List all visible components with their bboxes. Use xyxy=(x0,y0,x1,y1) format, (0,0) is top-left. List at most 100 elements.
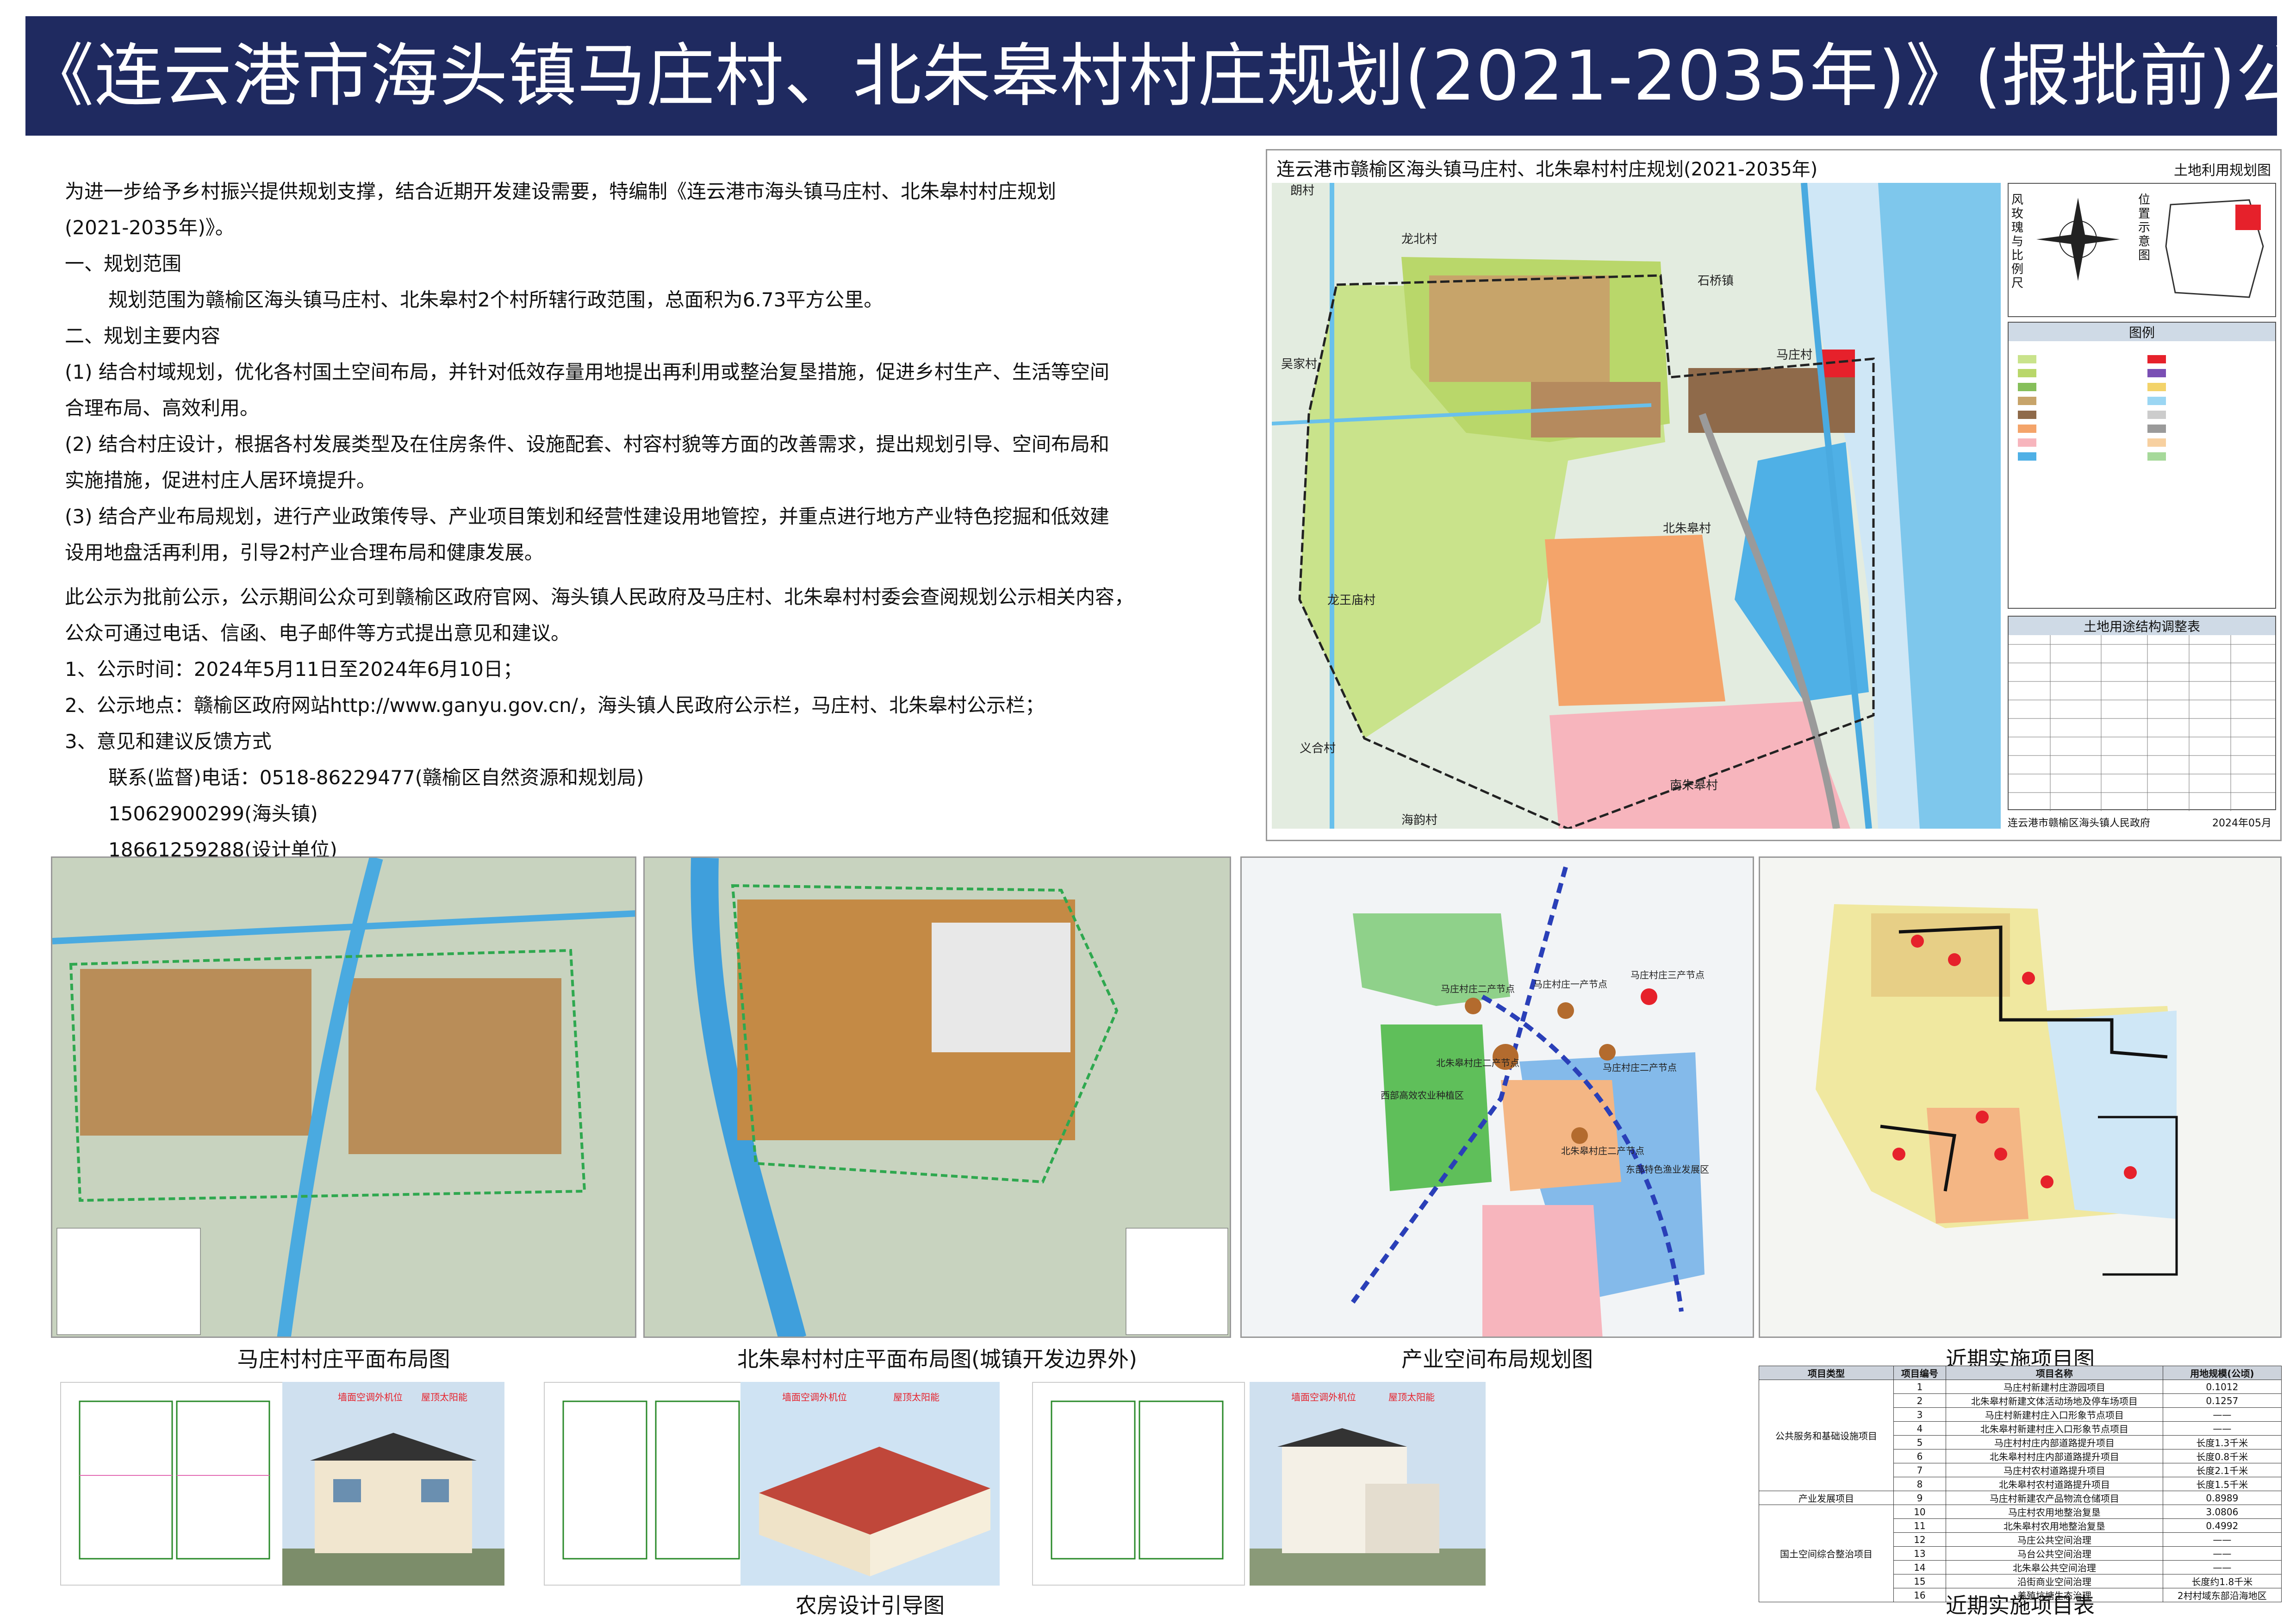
house-render-2: 墙面空调外机位 屋顶太阳能 xyxy=(740,1382,1000,1586)
legend-swatches xyxy=(2018,355,2166,461)
house-render-image: 墙面空调外机位 屋顶太阳能 xyxy=(282,1382,504,1586)
table-cell: 0.1257 xyxy=(2162,1393,2282,1408)
table-cell: 国土空间综合整治项目 xyxy=(1759,1505,1894,1602)
project-table: 项目类型 项目编号 项目名称 用地规模(公顷) 公共服务和基础设施项目 1 马庄… xyxy=(1759,1366,2282,1602)
table-cell: 长度1.5千米 xyxy=(2162,1477,2282,1491)
intro-line: 为进一步给予乡村振兴提供规划支撑，结合近期开发建设需要，特编制《连云港市海头镇马… xyxy=(65,180,1057,203)
landuse-map-subtitle: 土地利用规划图 xyxy=(2174,162,2271,179)
intro-line: 合理布局、高效利用。 xyxy=(65,397,260,419)
industry-node-label: 马庄村庄二产节点 xyxy=(1441,983,1515,994)
intro-line: 联系(监督)电话：0518-86229477(赣榆区自然资源和规划局) xyxy=(108,766,644,789)
house-render-image: 墙面空调外机位 屋顶太阳能 xyxy=(1250,1382,1486,1586)
table-cell: 产业发展项目 xyxy=(1759,1491,1894,1505)
landuse-table-grid xyxy=(2009,635,2275,811)
industry-plan-map: 马庄村庄二产节点 马庄村庄三产节点 马庄村庄一产节点 马庄村庄二产节点 北朱皋村… xyxy=(1242,858,1753,1337)
intro-line: (2) 结合村庄设计，根据各村发展类型及在住房条件、设施配套、村容村貌等方面的改… xyxy=(65,433,1109,456)
table-cell: 长度2.1千米 xyxy=(2162,1463,2282,1477)
table-header-cell: 项目编号 xyxy=(1893,1366,1946,1380)
table-cell: 5 xyxy=(1893,1435,1946,1449)
legend-title: 图例 xyxy=(2009,323,2275,341)
map-label: 龙王庙村 xyxy=(1327,593,1375,607)
intro-line: 规划范围为赣榆区海头镇马庄村、北朱皋村2个村所辖行政范围，总面积为6.73平方公… xyxy=(108,288,884,311)
intro-line: 15062900299(海头镇) xyxy=(108,802,318,825)
map-footer-right: 2024年05月 xyxy=(2212,818,2271,829)
floorplan-drawing xyxy=(562,1400,740,1560)
table-header-cell: 项目名称 xyxy=(1945,1366,2163,1380)
table-cell: —— xyxy=(2162,1560,2282,1574)
intro-line: 此公示为批前公示，公示期间公众可到赣榆区政府官网、海头镇人民政府及马庄村、北朱皋… xyxy=(65,586,1134,608)
wind-rose-icon xyxy=(2036,198,2120,281)
map-label: 马庄村 xyxy=(1776,348,1812,362)
table-cell: 6 xyxy=(1893,1449,1946,1463)
industry-plan-image: 马庄村庄二产节点 马庄村庄三产节点 马庄村庄一产节点 马庄村庄二产节点 北朱皋村… xyxy=(1240,856,1754,1338)
intro-text: 为进一步给予乡村振兴提供规划支撑，结合近期开发建设需要，特编制《连云港市海头镇马… xyxy=(65,174,1240,868)
table-cell: —— xyxy=(2162,1532,2282,1547)
table-header-cell: 用地规模(公顷) xyxy=(2162,1366,2282,1380)
table-cell: 1 xyxy=(1893,1380,1946,1394)
industry-zone-label: 东部特色渔业发展区 xyxy=(1626,1164,1709,1175)
table-cell: 长度0.8千米 xyxy=(2162,1449,2282,1463)
industry-plan-caption: 产业空间布局规划图 xyxy=(1401,1347,1593,1372)
table-cell: 13 xyxy=(1893,1546,1946,1561)
table-cell: 15 xyxy=(1893,1574,1946,1588)
table-cell: 4 xyxy=(1893,1421,1946,1436)
intro-line: (1) 结合村域规划，优化各村国土空间布局，并针对低效存量用地提出再利用或整治复… xyxy=(65,361,1109,383)
table-cell: 2 xyxy=(1893,1393,1946,1408)
industry-node-label: 马庄村庄二产节点 xyxy=(1603,1062,1677,1073)
table-cell: 7 xyxy=(1893,1463,1946,1477)
intro-line: 二、规划主要内容 xyxy=(65,325,221,347)
solar-label: 屋顶太阳能 xyxy=(1388,1392,1435,1403)
landuse-map-panel: 连云港市赣榆区海头镇马庄村、北朱皋村村庄规划(2021-2035年) 土地利用规… xyxy=(1266,149,2282,841)
intro-line: 1、公示时间：2024年5月11日至2024年6月10日； xyxy=(65,658,523,681)
table-cell: —— xyxy=(2162,1407,2282,1422)
table-cell: 马庄村新建村庄游园项目 xyxy=(1945,1380,2163,1394)
map-sidebar: 风玫瑰与比例尺 位置示意图 图例 土地用途结构调整表 连云港市赣榆区海头镇人民政… xyxy=(2008,183,2276,829)
solar-label: 屋顶太阳能 xyxy=(893,1392,940,1403)
house-render-3: 墙面空调外机位 屋顶太阳能 xyxy=(1250,1382,1486,1586)
industry-node-label: 马庄村庄三产节点 xyxy=(1630,969,1705,981)
map-footer-left: 连云港市赣榆区海头镇人民政府 xyxy=(2008,818,2151,829)
page-title: 《连云港市海头镇马庄村、北朱皋村村庄规划(2021-2035年)》(报批前)公示 xyxy=(25,36,2296,116)
intro-line: (3) 结合产业布局规划，进行产业政策传导、产业项目策划和经营性建设用地管控，并… xyxy=(65,505,1109,528)
table-cell: 马庄村农用地整治复垦 xyxy=(1945,1505,2163,1519)
table-cell: 马庄公共空间治理 xyxy=(1945,1532,2163,1547)
table-cell: 10 xyxy=(1893,1505,1946,1519)
intro-line: (2021-2035年)》。 xyxy=(65,216,235,239)
industry-node-label: 北朱皋村庄二产节点 xyxy=(1561,1145,1644,1156)
table-row: 国土空间综合整治项目 10 马庄村农用地整治复垦 3.0806 xyxy=(1759,1505,2282,1602)
table-cell: 公共服务和基础设施项目 xyxy=(1759,1380,1894,1491)
table-row: 公共服务和基础设施项目 1 马庄村新建村庄游园项目 0.1012 xyxy=(1759,1380,2282,1491)
industry-node-label: 马庄村庄一产节点 xyxy=(1533,979,1607,990)
intro-line: 2、公示地点：赣榆区政府网站http://www.ganyu.gov.cn/，海… xyxy=(65,694,1045,717)
table-cell: —— xyxy=(2162,1546,2282,1561)
table-cell: 长度1.3千米 xyxy=(2162,1435,2282,1449)
table-cell: 北朱皋村村庄内部道路提升项目 xyxy=(1945,1449,2163,1463)
table-row: 产业发展项目 9 马庄村新建农产品物流仓储项目 0.8989 xyxy=(1759,1491,2282,1505)
intro-line: 设用地盘活再利用，引导2村产业合理布局和健康发展。 xyxy=(65,541,544,564)
location-map-icon xyxy=(2165,199,2264,298)
header-banner: 《连云港市海头镇马庄村、北朱皋村村庄规划(2021-2035年)》(报批前)公示 xyxy=(25,16,2296,136)
landuse-map-title: 连云港市赣榆区海头镇马庄村、北朱皋村村庄规划(2021-2035年) xyxy=(1276,159,1818,180)
table-cell: 0.8989 xyxy=(2162,1491,2282,1505)
floorplan-3 xyxy=(1032,1382,1245,1586)
house-render-image: 墙面空调外机位 屋顶太阳能 xyxy=(740,1382,1000,1586)
floorplan-drawing xyxy=(1051,1400,1224,1560)
table-cell: 沿街商业空间治理 xyxy=(1945,1574,2163,1588)
floorplan-1 xyxy=(60,1382,292,1586)
beizhugao-plan-caption: 北朱皋村村庄平面布局图(城镇开发边界外) xyxy=(737,1347,1137,1372)
map-label: 海韵村 xyxy=(1401,813,1437,827)
legend-box: 图例 xyxy=(2008,322,2276,609)
table-cell: 0.4992 xyxy=(2162,1518,2282,1533)
beizhugao-plan-map xyxy=(645,858,1230,1337)
compass-label: 风玫瑰与比例尺 xyxy=(2011,193,2024,290)
location-label: 位置示意图 xyxy=(2138,193,2151,262)
project-table-box: 项目类型 项目编号 项目名称 用地规模(公顷) 公共服务和基础设施项目 1 马庄… xyxy=(1759,1366,2282,1602)
nearterm-plan-map xyxy=(1760,858,2280,1337)
table-cell: 马台公共空间治理 xyxy=(1945,1546,2163,1561)
table-cell: 北朱皋村农村道路提升项目 xyxy=(1945,1477,2163,1491)
intro-line: 一、规划范围 xyxy=(65,252,182,275)
table-cell: 马庄村新建村庄入口形象节点项目 xyxy=(1945,1407,2163,1422)
intro-line: 实施措施，促进村庄人居环境提升。 xyxy=(65,469,376,492)
table-header-row: 项目类型 项目编号 项目名称 用地规模(公顷) xyxy=(1759,1366,2282,1380)
mazhuang-plan-image xyxy=(51,856,636,1338)
